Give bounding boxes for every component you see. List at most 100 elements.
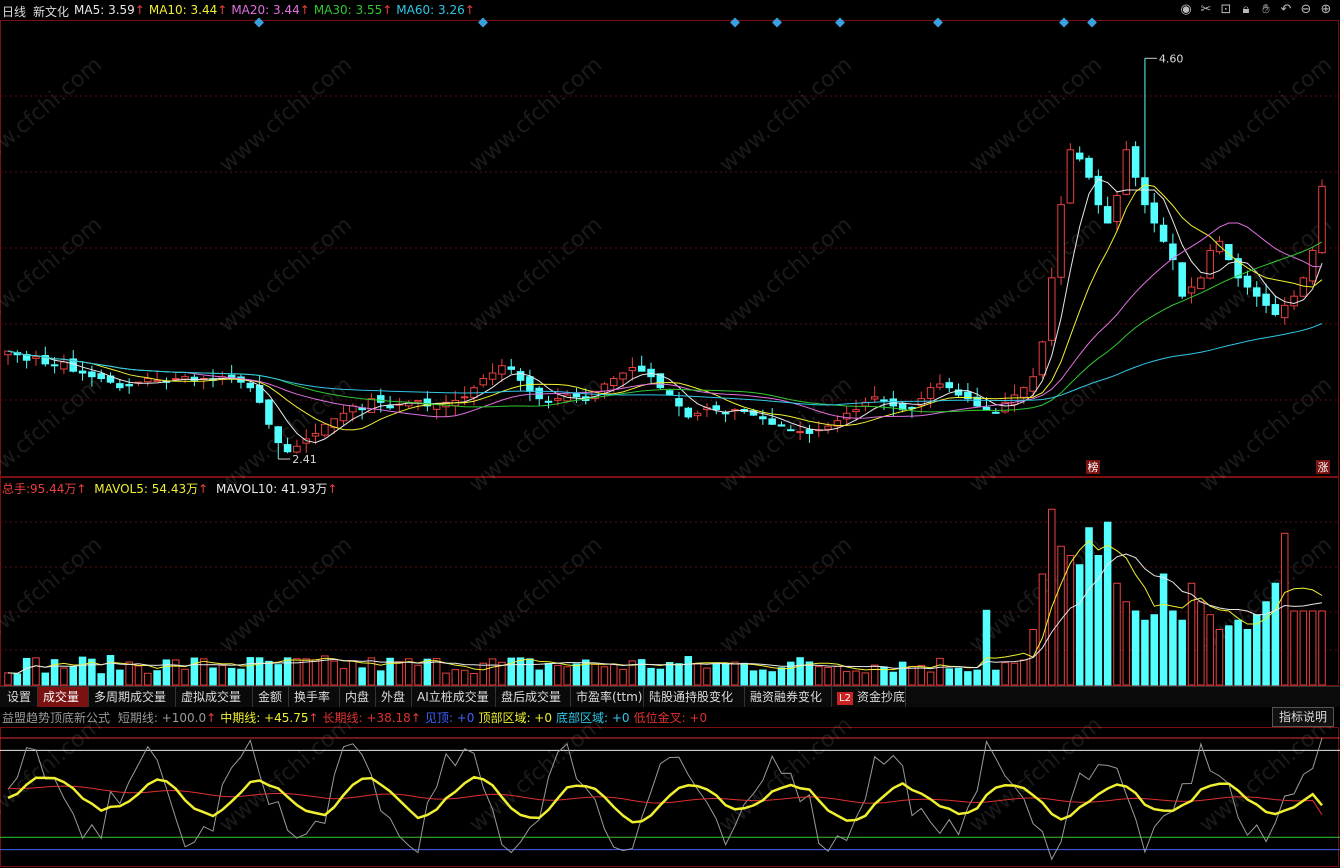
- candle-body: [1029, 376, 1037, 392]
- tab-0[interactable]: 设置: [2, 687, 38, 707]
- tab-label: AI立桩成交量: [417, 690, 489, 704]
- volume-bar: [78, 656, 87, 686]
- volume-bar: [1020, 659, 1028, 686]
- volume-bar: [637, 659, 646, 686]
- ma-label: MA30:: [313, 3, 356, 17]
- tab-4[interactable]: 金额: [253, 687, 289, 707]
- zoom-in-icon[interactable]: ⊕: [1318, 2, 1334, 18]
- volume-bar: [516, 657, 525, 686]
- candle-body: [293, 445, 301, 453]
- undo-icon[interactable]: ↶: [1278, 2, 1294, 18]
- candle-body: [1253, 287, 1261, 297]
- indicator-label: 顶部区域:: [478, 711, 531, 725]
- volume-bar: [693, 662, 702, 686]
- period-label[interactable]: 日线: [2, 3, 26, 20]
- candle-body: [1187, 286, 1196, 294]
- tab-2[interactable]: 多周期成交量: [89, 687, 176, 707]
- tab-label: 融资融券变化: [750, 690, 823, 704]
- low-price-label: 2.41: [292, 453, 317, 466]
- indicator-label: 低位金叉:: [633, 711, 686, 725]
- candle-body: [554, 398, 562, 401]
- volume-bar: [4, 672, 12, 686]
- candle-body: [1150, 202, 1159, 224]
- arrow-up-icon: ↑: [410, 711, 421, 725]
- indicator-tab-bar: 设置 成交量 多周期成交量 虚拟成交量 金额 换手率 内盘 外盘 AI立桩成交量 盘后成交量 市盈率…: [0, 686, 1340, 707]
- volume-bar: [1169, 610, 1177, 686]
- tab-3[interactable]: 虚拟成交量: [176, 687, 253, 707]
- volume-bar: [1010, 662, 1019, 686]
- volume-bar: [1299, 610, 1308, 686]
- hand-icon[interactable]: ✋︎: [1258, 2, 1274, 18]
- volume-bar: [190, 657, 199, 686]
- candle-body: [870, 396, 879, 400]
- tab-13[interactable]: L2 资金抄底: [832, 687, 906, 707]
- volume-bar: [563, 666, 571, 686]
- tab-11[interactable]: 陆股通持股变化: [644, 687, 745, 707]
- eye-icon[interactable]: ◉: [1178, 2, 1194, 18]
- tab-1[interactable]: 成交量: [38, 687, 89, 707]
- stock-chart-canvas[interactable]: www.cfchi.com www.cfchi.com www.cfchi.com w…: [0, 0, 1340, 868]
- arrow-up-icon: ↑: [217, 3, 228, 17]
- tab-8[interactable]: AI立桩成交量: [412, 687, 496, 707]
- arrow-up-icon: ↑: [382, 3, 393, 17]
- tab-5[interactable]: 换手率: [289, 687, 340, 707]
- indicator-item: 长期线: +38.18↑: [323, 711, 421, 725]
- volume-bar: [544, 662, 553, 686]
- volume-bar: [237, 668, 245, 686]
- indicator-header: 益盟趋势顶底新公式 短期线: +100.0↑ 中期线: +45.75↑ 长期线: +…: [0, 709, 1340, 729]
- volume-bar: [777, 667, 786, 686]
- volume-bar: [1253, 614, 1261, 686]
- tab-9[interactable]: 盘后成交量: [496, 687, 571, 707]
- volume-bar: [1280, 532, 1289, 686]
- volume-bar: [125, 661, 133, 686]
- indicator-item: 底部区域: +0: [556, 711, 630, 725]
- zoom-out-icon[interactable]: ⊖: [1298, 2, 1314, 18]
- candle-body: [265, 399, 273, 425]
- volume-bar: [1001, 662, 1009, 686]
- volume-bar: [824, 666, 832, 686]
- candle-body: [283, 444, 292, 453]
- candle-body: [507, 366, 515, 370]
- arrow-up-icon: ↑: [299, 3, 310, 17]
- volume-bar: [861, 672, 870, 686]
- candle-body: [171, 378, 180, 381]
- arrow-up-icon: ↑: [198, 482, 209, 496]
- candle-body: [1057, 204, 1065, 278]
- volume-bar: [675, 663, 683, 686]
- volume-bar: [1159, 573, 1168, 686]
- lock-icon[interactable]: 🔒︎: [1238, 2, 1254, 18]
- volume-bar: [591, 663, 599, 686]
- ma-value: 3.44: [190, 3, 218, 17]
- watermark-text: www.cfchi.com: [215, 212, 357, 337]
- cross-cursor-icon[interactable]: ✂: [1198, 2, 1214, 18]
- tab-label: 成交量: [43, 690, 80, 704]
- mid-term-line: [7, 775, 1323, 824]
- volume-bar: [1308, 610, 1317, 686]
- candle-body: [1094, 175, 1103, 206]
- tab-6[interactable]: 内盘: [340, 687, 376, 707]
- volume-bar: [199, 658, 208, 686]
- tab-10[interactable]: 市盈率(ttm): [571, 687, 644, 707]
- volume-bar: [69, 665, 77, 686]
- candle-body: [693, 412, 702, 417]
- volume-bar: [759, 669, 767, 686]
- arrow-up-icon: ↑: [76, 482, 87, 496]
- indicator-item: 短期线: +100.0↑: [118, 711, 216, 725]
- volume-bar: [60, 667, 68, 686]
- tab-label: 盘后成交量: [501, 690, 562, 704]
- candle-body: [460, 396, 469, 399]
- ma-legend: MA5: 3.59↑ MA10: 3.44↑ MA20: 3.44↑ MA30: 3.…: [74, 3, 479, 17]
- indicator-value: +0: [608, 711, 630, 725]
- restore-icon[interactable]: ⊡: [1218, 2, 1234, 18]
- candle-body: [377, 395, 385, 403]
- volume-bar: [1206, 614, 1214, 686]
- indicator-help-button[interactable]: 指标说明: [1271, 707, 1334, 727]
- indicator-item: 低位金叉: +0: [634, 711, 708, 725]
- indicator-value: +0: [685, 711, 708, 725]
- tab-7[interactable]: 外盘: [376, 687, 412, 707]
- candle-body: [665, 390, 674, 396]
- tab-12[interactable]: 融资融券变化: [745, 687, 832, 707]
- volume-bar: [1141, 619, 1149, 686]
- candle-body: [796, 431, 804, 434]
- watermark-text: www.cfchi.com: [0, 212, 107, 337]
